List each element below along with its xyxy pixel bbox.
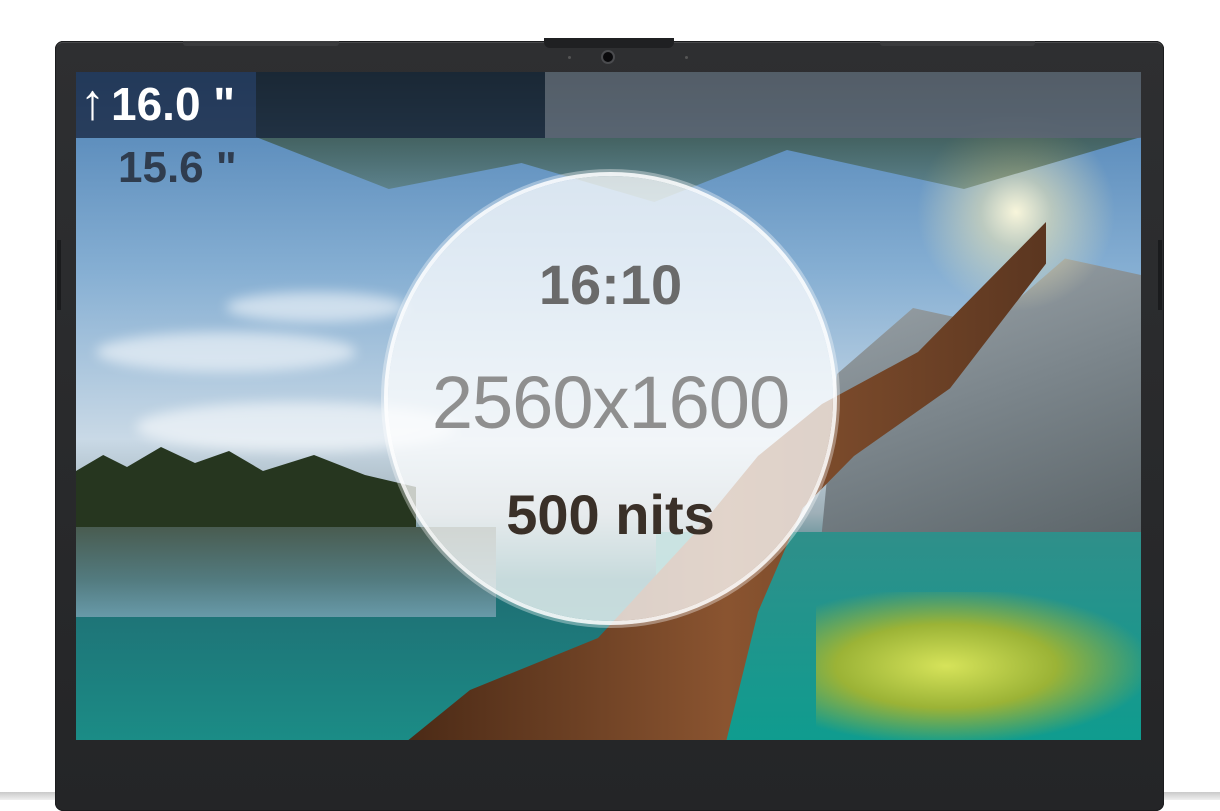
forest bbox=[76, 447, 416, 527]
brightness-label: 500 nits bbox=[506, 483, 715, 546]
screen-size-old-label: 15.6 " bbox=[118, 143, 237, 192]
webcam-icon bbox=[601, 50, 615, 64]
aspect-ratio-label: 16:10 bbox=[538, 253, 683, 316]
bezel-side-notch-left bbox=[57, 240, 61, 310]
tree-foliage-bottom bbox=[816, 592, 1141, 740]
bezel-notch-right bbox=[880, 41, 1035, 46]
bezel-notch-left bbox=[183, 41, 339, 46]
bezel-side-notch-right bbox=[1158, 240, 1162, 310]
screen-size-strip-fade bbox=[545, 72, 1141, 138]
camera-bar bbox=[544, 38, 674, 48]
cloud bbox=[226, 292, 406, 322]
camera-sensor-dot bbox=[685, 56, 688, 59]
screen-size-new: ↑ 16.0 " bbox=[80, 74, 235, 134]
up-arrow-icon: ↑ bbox=[80, 74, 105, 130]
resolution-label: 2560x1600 bbox=[431, 361, 790, 444]
cloud bbox=[96, 332, 356, 372]
screen-size-new-label: 16.0 " bbox=[111, 78, 236, 130]
camera-sensor-dot bbox=[568, 56, 571, 59]
